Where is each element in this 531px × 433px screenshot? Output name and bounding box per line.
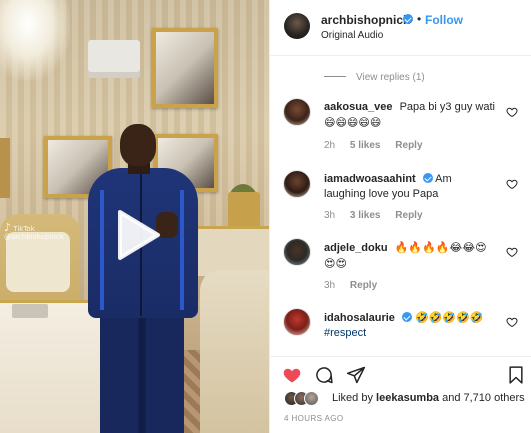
commenter-username[interactable]: idahosalaurie bbox=[324, 312, 395, 324]
armchair bbox=[200, 270, 269, 433]
play-button[interactable] bbox=[106, 206, 164, 264]
chandelier bbox=[0, 0, 70, 80]
tiktok-watermark: ♪ TikTok @archbishopnick bbox=[4, 222, 64, 248]
share-icon[interactable] bbox=[346, 365, 366, 385]
follow-button[interactable]: Follow bbox=[425, 13, 463, 27]
liked-by-prefix: Liked by bbox=[332, 392, 373, 404]
comment-body: adjele_doku 🔥🔥🔥🔥😂😂😍😍😍 bbox=[324, 240, 496, 272]
comment-text: Papa bi y3 guy wati bbox=[399, 101, 495, 113]
audio-link[interactable]: Original Audio bbox=[321, 30, 383, 41]
commenter-avatar[interactable] bbox=[283, 98, 311, 126]
comment-icon[interactable] bbox=[314, 365, 334, 385]
reply-button[interactable]: Reply bbox=[395, 140, 422, 151]
post-video[interactable]: ♪ TikTok @archbishopnick bbox=[0, 0, 269, 433]
comment-body: aakosua_vee Papa bi y3 guy wati 😄😄😄😄😄 bbox=[324, 100, 496, 131]
person-legs bbox=[100, 312, 184, 433]
comment-meta: 3h Reply bbox=[324, 280, 389, 291]
commenter-avatar[interactable] bbox=[283, 238, 311, 266]
person-head bbox=[120, 124, 156, 166]
liked-by-username[interactable]: leekasumba bbox=[376, 392, 439, 404]
comment-emojis: 😄😄😄😄😄 bbox=[324, 116, 382, 129]
commenter-username[interactable]: adjele_doku bbox=[324, 242, 388, 254]
post-header: archbishopnick • Follow Original Audio bbox=[270, 0, 531, 56]
heart-icon[interactable] bbox=[282, 365, 302, 385]
verified-badge-icon bbox=[422, 173, 433, 183]
comment-time[interactable]: 3h bbox=[324, 210, 335, 221]
liked-by-others[interactable]: and 7,710 others bbox=[442, 392, 525, 404]
coffee-table bbox=[0, 300, 110, 433]
author-avatar[interactable] bbox=[284, 13, 310, 39]
watermark-brand: TikTok bbox=[13, 225, 35, 233]
comment-like-heart-icon[interactable] bbox=[506, 178, 518, 190]
wall-photo-frame bbox=[152, 28, 218, 108]
liked-by-text: Liked by leekasumba and 7,710 others bbox=[332, 392, 525, 404]
comment-likes[interactable]: 5 likes bbox=[350, 140, 381, 151]
comment-meta: 3h 3 likes Reply bbox=[324, 210, 435, 221]
side-cabinet bbox=[188, 226, 269, 276]
author-username[interactable]: archbishopnick bbox=[321, 13, 410, 27]
post-info-panel: archbishopnick • Follow Original Audio V… bbox=[269, 0, 531, 433]
comment-likes[interactable]: 3 likes bbox=[350, 210, 381, 221]
comment-like-heart-icon[interactable] bbox=[506, 316, 518, 328]
commenter-username[interactable]: aakosua_vee bbox=[324, 101, 393, 113]
comment-like-heart-icon[interactable] bbox=[506, 106, 518, 118]
comment-body: iamadwoasaahint Am laughing love you Pap… bbox=[324, 172, 496, 202]
comment-time[interactable]: 2h bbox=[324, 140, 335, 151]
reply-button[interactable]: Reply bbox=[350, 280, 377, 291]
commenter-avatar[interactable] bbox=[283, 170, 311, 198]
reply-button[interactable]: Reply bbox=[395, 210, 422, 221]
view-replies-button[interactable]: View replies (1) bbox=[324, 72, 425, 83]
post-timestamp[interactable]: 4 HOURS AGO bbox=[284, 414, 344, 423]
commenter-avatar[interactable] bbox=[283, 308, 311, 336]
watermark-handle: @archbishopnick bbox=[4, 233, 64, 241]
comment-time[interactable]: 3h bbox=[324, 280, 335, 291]
replies-line bbox=[324, 76, 346, 77]
comment-emojis: 🤣🤣🤣🤣🤣 bbox=[414, 311, 484, 324]
tracksuit-stripe bbox=[100, 190, 104, 310]
wall-photo-frame-edge bbox=[0, 138, 10, 198]
view-replies-label: View replies (1) bbox=[356, 72, 425, 83]
comment-body: idahosalaurie 🤣🤣🤣🤣🤣 #respect bbox=[324, 310, 496, 341]
table-item bbox=[12, 304, 48, 318]
play-icon bbox=[118, 210, 160, 260]
commenter-username[interactable]: iamadwoasaahint bbox=[324, 173, 416, 185]
comment-meta: 2h 5 likes Reply bbox=[324, 140, 435, 151]
header-separator: • bbox=[417, 12, 422, 26]
tracksuit-stripe bbox=[180, 190, 184, 310]
comment-hashtag[interactable]: #respect bbox=[324, 327, 366, 339]
liker-avatar[interactable] bbox=[304, 391, 319, 406]
bookmark-icon[interactable] bbox=[506, 365, 526, 385]
verified-badge-icon bbox=[401, 312, 412, 322]
verified-badge-icon bbox=[403, 14, 413, 24]
comment-like-heart-icon[interactable] bbox=[506, 246, 518, 258]
air-conditioner bbox=[88, 40, 140, 78]
post-actions bbox=[270, 356, 531, 390]
